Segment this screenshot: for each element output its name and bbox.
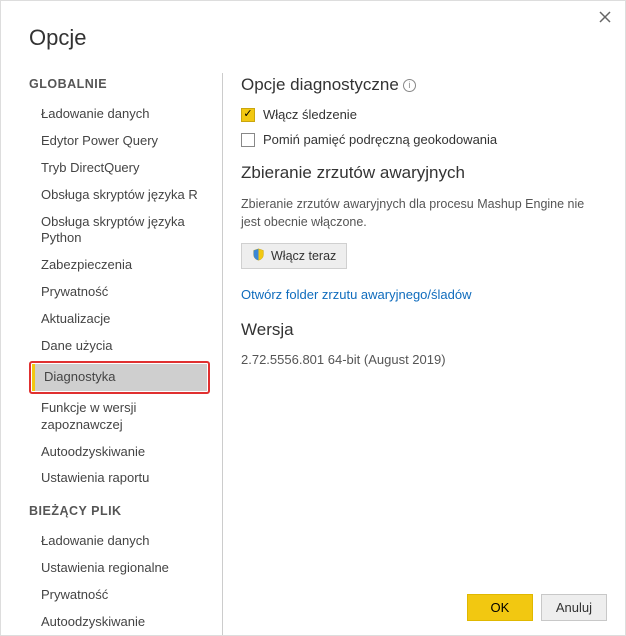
sidebar-item-diagnostics[interactable]: Diagnostyka bbox=[32, 364, 207, 391]
sidebar-item-python-scripting[interactable]: Obsługa skryptów języka Python bbox=[29, 209, 210, 253]
shield-icon bbox=[252, 248, 265, 264]
sidebar-item-updates[interactable]: Aktualizacje bbox=[29, 306, 210, 333]
ok-button[interactable]: OK bbox=[467, 594, 533, 621]
section-version: Wersja bbox=[241, 320, 601, 340]
sidebar: GLOBALNIE Ładowanie danych Edytor Power … bbox=[29, 65, 214, 635]
sidebar-item-data-load-current[interactable]: Ładowanie danych bbox=[29, 528, 210, 555]
checkbox-label: Pomiń pamięć podręczną geokodowania bbox=[263, 132, 497, 147]
main-panel: Opcje diagnostyczne i ✓ Włącz śledzenie … bbox=[237, 65, 609, 635]
sidebar-highlight: Diagnostyka bbox=[29, 361, 210, 394]
cancel-button[interactable]: Anuluj bbox=[541, 594, 607, 621]
sidebar-item-privacy-global[interactable]: Prywatność bbox=[29, 279, 210, 306]
section-crash-label: Zbieranie zrzutów awaryjnych bbox=[241, 163, 465, 183]
sidebar-item-regional[interactable]: Ustawienia regionalne bbox=[29, 555, 210, 582]
sidebar-item-autorecovery-current[interactable]: Autoodzyskiwanie bbox=[29, 609, 210, 635]
dialog-footer: OK Anuluj bbox=[467, 594, 607, 621]
open-traces-folder-link[interactable]: Otwórz folder zrzutu awaryjnego/śladów bbox=[241, 287, 601, 302]
checkbox-label: Włącz śledzenie bbox=[263, 107, 357, 122]
checkbox-bypass-geocache[interactable]: Pomiń pamięć podręczną geokodowania bbox=[241, 132, 601, 147]
version-value: 2.72.5556.801 64-bit (August 2019) bbox=[241, 352, 601, 367]
crash-description: Zbieranie zrzutów awaryjnych dla procesu… bbox=[241, 195, 601, 231]
close-button[interactable] bbox=[595, 7, 615, 27]
sidebar-item-privacy-current[interactable]: Prywatność bbox=[29, 582, 210, 609]
section-diagnostic-label: Opcje diagnostyczne bbox=[241, 75, 399, 95]
sidebar-item-security[interactable]: Zabezpieczenia bbox=[29, 252, 210, 279]
sidebar-item-report-settings-global[interactable]: Ustawienia raportu bbox=[29, 465, 210, 492]
checkbox-icon: ✓ bbox=[241, 108, 255, 122]
sidebar-item-power-query[interactable]: Edytor Power Query bbox=[29, 128, 210, 155]
sidebar-item-data-load-global[interactable]: Ładowanie danych bbox=[29, 101, 210, 128]
dialog-title: Opcje bbox=[29, 25, 597, 51]
sidebar-item-r-scripting[interactable]: Obsługa skryptów języka R bbox=[29, 182, 210, 209]
sidebar-item-usage-data[interactable]: Dane użycia bbox=[29, 333, 210, 360]
sidebar-item-directquery-global[interactable]: Tryb DirectQuery bbox=[29, 155, 210, 182]
options-dialog: Opcje GLOBALNIE Ładowanie danych Edytor … bbox=[0, 0, 626, 636]
checkbox-enable-tracing[interactable]: ✓ Włącz śledzenie bbox=[241, 107, 601, 122]
group-label-current: BIEŻĄCY PLIK bbox=[29, 504, 210, 518]
info-icon[interactable]: i bbox=[403, 79, 416, 92]
sidebar-item-autorecovery-global[interactable]: Autoodzyskiwanie bbox=[29, 439, 210, 466]
dialog-header: Opcje bbox=[1, 1, 625, 65]
divider bbox=[222, 73, 223, 635]
group-label-global: GLOBALNIE bbox=[29, 77, 210, 91]
section-version-label: Wersja bbox=[241, 320, 294, 340]
checkbox-icon bbox=[241, 133, 255, 147]
section-diagnostic-options: Opcje diagnostyczne i bbox=[241, 75, 601, 95]
enable-now-button[interactable]: Włącz teraz bbox=[241, 243, 347, 269]
section-crash-dump: Zbieranie zrzutów awaryjnych bbox=[241, 163, 601, 183]
dialog-body: GLOBALNIE Ładowanie danych Edytor Power … bbox=[1, 65, 625, 635]
enable-now-label: Włącz teraz bbox=[271, 249, 336, 263]
sidebar-item-preview-features[interactable]: Funkcje w wersji zapoznawczej bbox=[29, 395, 210, 439]
